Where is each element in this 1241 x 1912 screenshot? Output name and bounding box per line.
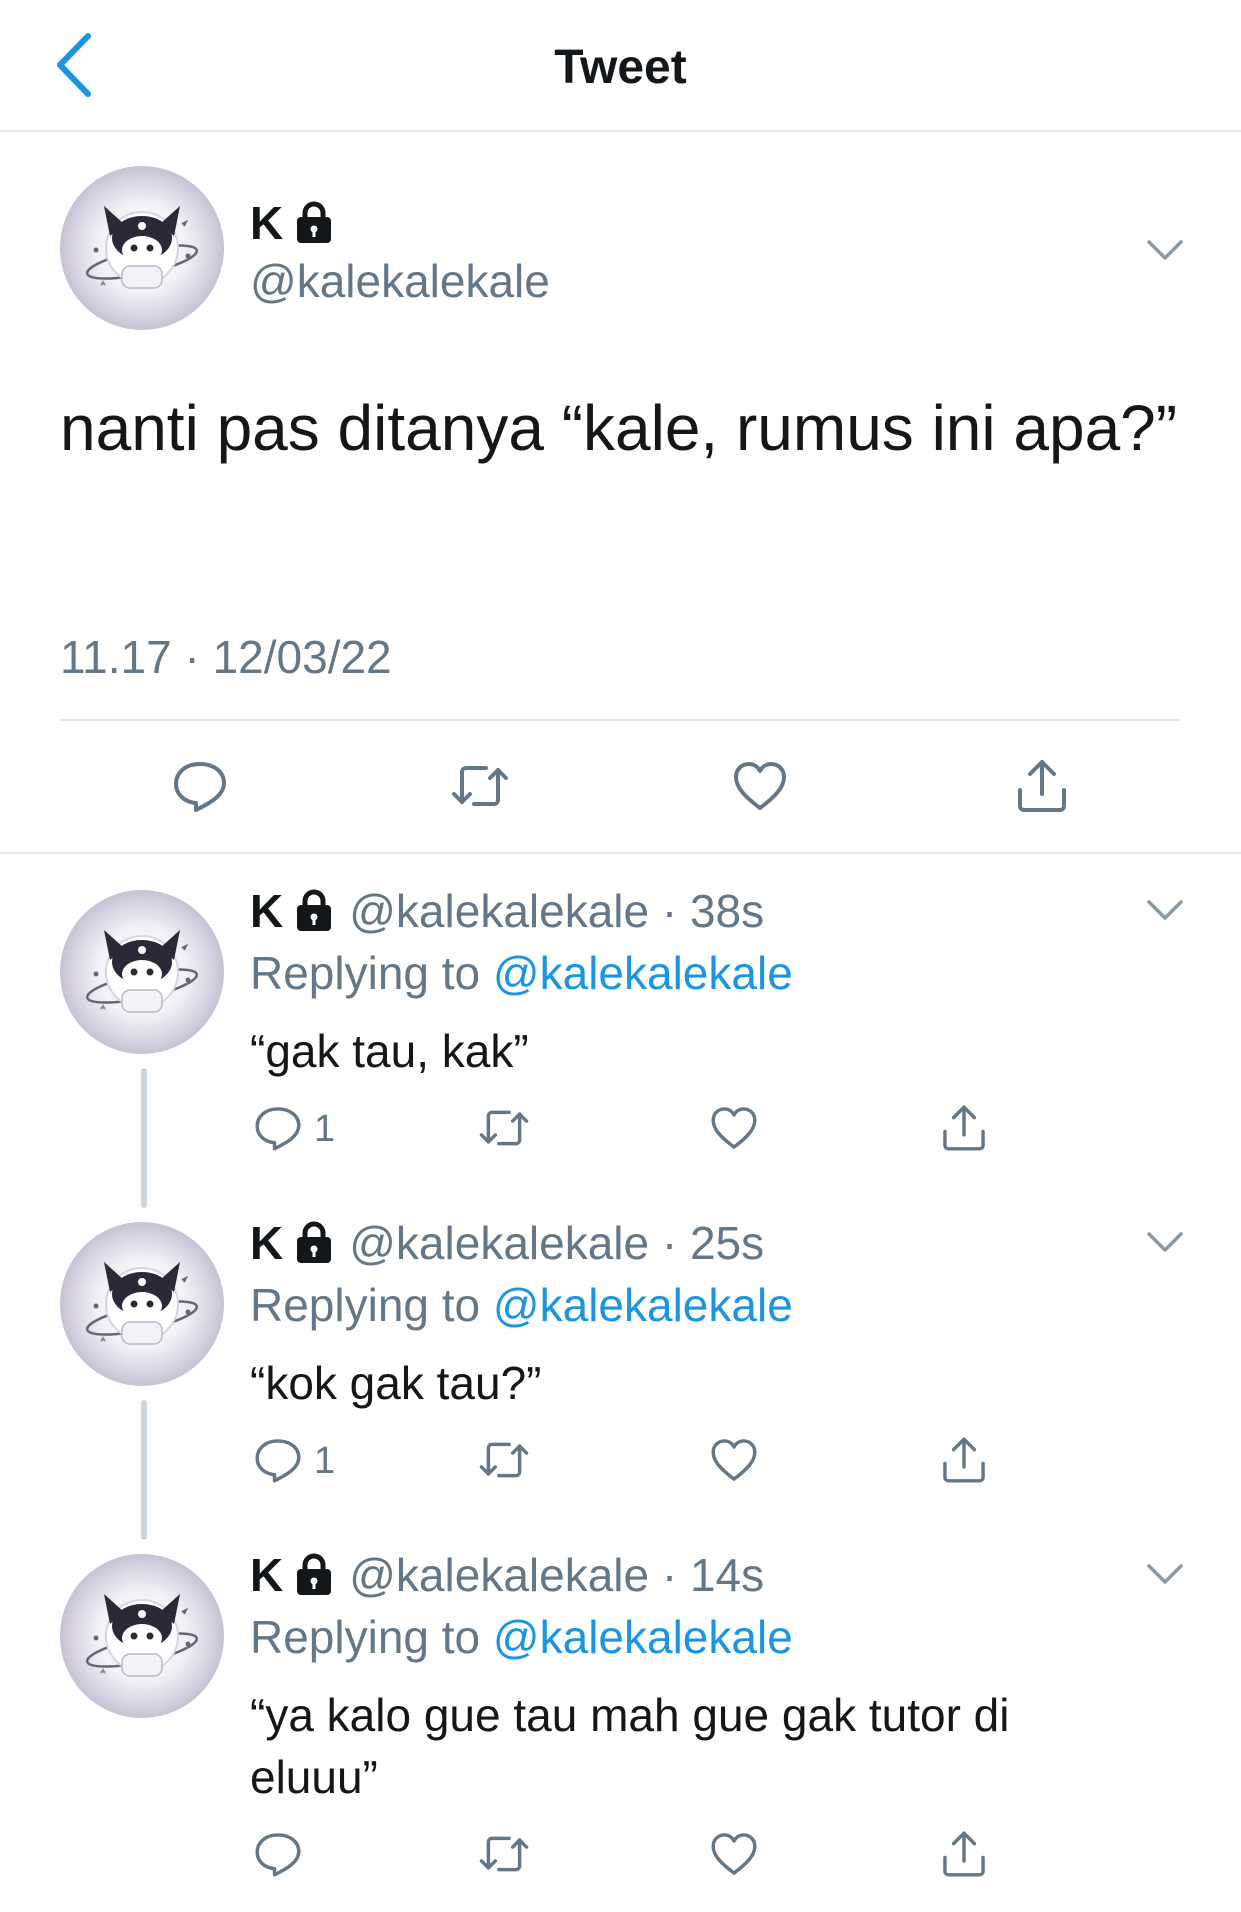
mention-link[interactable]: @kalekalekale: [493, 1611, 793, 1663]
author-name: K: [250, 885, 284, 937]
reply-count: 1: [314, 1440, 336, 1482]
reply-text: “ya kalo gue tau mah gue gak tutor di el…: [250, 1689, 1010, 1803]
replying-to: Replying to @kalekalekale: [250, 1610, 793, 1664]
lock-icon: [295, 1221, 333, 1263]
reply-count: 1: [314, 1108, 336, 1150]
avatar[interactable]: [60, 1222, 224, 1386]
author-handle-time: @kalekalekale · 38s: [349, 885, 765, 937]
reply-icon[interactable]: [252, 1434, 304, 1486]
chevron-down-icon[interactable]: [1145, 1562, 1185, 1586]
avatar[interactable]: [60, 166, 224, 330]
like-icon[interactable]: [708, 1102, 760, 1154]
thread-line: [141, 1068, 147, 1208]
reply-text: “gak tau, kak”: [250, 1025, 529, 1077]
author-name-row: K: [250, 196, 333, 250]
replying-label: Replying to: [250, 1279, 481, 1331]
tweet-timestamp: 11.17 · 12/03/22: [60, 631, 392, 683]
retweet-icon[interactable]: [478, 1828, 530, 1880]
author-handle-time: @kalekalekale · 25s: [349, 1217, 765, 1269]
mention-link[interactable]: @kalekalekale: [493, 1279, 793, 1331]
retweet-icon[interactable]: [450, 756, 510, 816]
like-icon[interactable]: [730, 756, 790, 816]
divider: [0, 852, 1241, 854]
reply-icon[interactable]: [252, 1102, 304, 1154]
reply-header: K @kalekalekale · 25s: [250, 1216, 764, 1270]
chevron-down-icon[interactable]: [1145, 898, 1185, 922]
chevron-down-icon[interactable]: [1145, 1230, 1185, 1254]
lock-icon: [295, 201, 333, 243]
reply-text: “kok gak tau?”: [250, 1357, 542, 1409]
page-title: Tweet: [554, 41, 687, 94]
author-handle: @kalekalekale: [250, 255, 550, 307]
share-icon[interactable]: [938, 1828, 990, 1880]
lock-icon: [295, 1553, 333, 1595]
like-icon[interactable]: [708, 1434, 760, 1486]
author-name: K: [250, 1549, 284, 1601]
thread-line: [141, 1400, 147, 1540]
reply-header: K @kalekalekale · 14s: [250, 1548, 764, 1602]
chevron-down-icon[interactable]: [1145, 238, 1185, 262]
replying-label: Replying to: [250, 1611, 481, 1663]
avatar[interactable]: [60, 890, 224, 1054]
tweet-text: nanti pas ditanya “kale, rumus ini apa?”: [60, 392, 1178, 464]
share-icon[interactable]: [938, 1434, 990, 1486]
nav-bar: Tweet: [0, 0, 1241, 132]
replying-to: Replying to @kalekalekale: [250, 1278, 793, 1332]
reply-header: K @kalekalekale · 38s: [250, 884, 764, 938]
replying-label: Replying to: [250, 947, 481, 999]
retweet-icon[interactable]: [478, 1102, 530, 1154]
reply-icon[interactable]: [170, 756, 230, 816]
mention-link[interactable]: @kalekalekale: [493, 947, 793, 999]
retweet-icon[interactable]: [478, 1434, 530, 1486]
replying-to: Replying to @kalekalekale: [250, 946, 793, 1000]
share-icon[interactable]: [1012, 756, 1072, 816]
author-handle-time: @kalekalekale · 14s: [349, 1549, 765, 1601]
reply-icon[interactable]: [252, 1828, 304, 1880]
lock-icon: [295, 889, 333, 931]
share-icon[interactable]: [938, 1102, 990, 1154]
author-name: K: [250, 1217, 284, 1269]
avatar[interactable]: [60, 1554, 224, 1718]
author-name: K: [250, 197, 284, 249]
divider: [60, 719, 1180, 721]
like-icon[interactable]: [708, 1828, 760, 1880]
